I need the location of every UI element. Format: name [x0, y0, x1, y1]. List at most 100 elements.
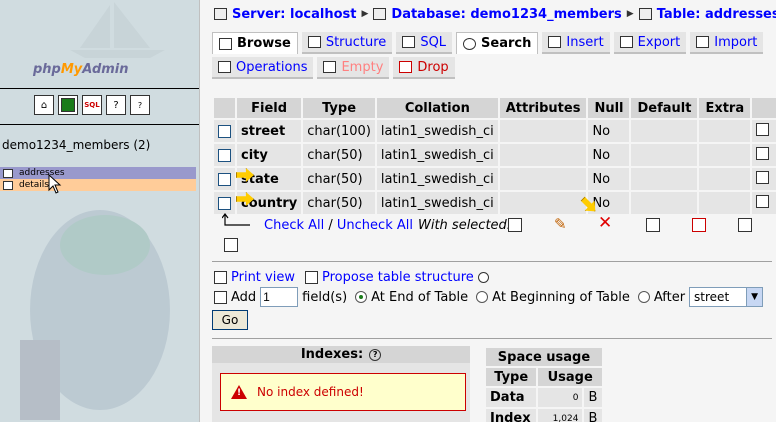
field-default [631, 120, 698, 142]
help-icon[interactable] [477, 271, 489, 283]
field-type: char(50) [303, 144, 375, 166]
row-checkbox[interactable] [218, 196, 231, 210]
fields-suffix: field(s) [302, 289, 348, 305]
uncheck-all-link[interactable]: Uncheck All [337, 218, 413, 233]
tab-export[interactable]: Export [613, 32, 687, 54]
browse-distinct-icon[interactable] [756, 170, 770, 184]
print-icon [214, 270, 227, 284]
delete-selected-icon[interactable]: ✕ [598, 213, 612, 233]
add-label: Add [231, 289, 257, 305]
tab-empty[interactable]: Empty [317, 57, 390, 79]
table-row: Index 1,024 B [486, 409, 602, 422]
field-null: No [588, 120, 630, 142]
field-extra [699, 120, 751, 142]
primary-key-icon[interactable] [646, 218, 660, 232]
table-icon [3, 168, 13, 178]
query-window-icon[interactable] [58, 95, 78, 115]
no-index-message: No index defined! [257, 385, 364, 399]
after-field-select[interactable]: street ▼ [689, 287, 764, 307]
edit-selected-icon[interactable]: ✎ [554, 215, 567, 233]
tab-browse[interactable]: Browse [212, 32, 298, 54]
field-default [631, 168, 698, 190]
field-name: street [237, 120, 302, 142]
print-row: Print view Propose table structure [214, 268, 489, 286]
tab-operations[interactable]: Operations [212, 57, 314, 79]
propose-structure-link[interactable]: Propose table structure [322, 270, 474, 285]
after-label[interactable]: After [654, 290, 685, 305]
propose-structure-icon [304, 270, 318, 284]
field-attributes [499, 192, 587, 214]
tab-bar-secondary: Operations Empty Drop [212, 57, 455, 79]
at-beginning-label[interactable]: At Beginning of Table [492, 290, 630, 305]
check-all-link[interactable]: Check All [264, 218, 324, 233]
breadcrumb: Server: localhost ▶ Database: demo1234_m… [214, 5, 776, 23]
mouse-cursor-icon [48, 174, 62, 194]
divider [0, 124, 199, 125]
row-checkbox[interactable] [218, 148, 231, 162]
add-field-count-input[interactable] [260, 287, 299, 307]
breadcrumb-table[interactable]: Table: addresses [657, 7, 776, 22]
row-checkbox[interactable] [218, 172, 231, 186]
browse-distinct-icon[interactable] [756, 194, 770, 208]
tab-drop[interactable]: Drop [393, 57, 455, 79]
field-collation: latin1_swedish_ci [376, 192, 498, 214]
browse-selected-icon[interactable] [508, 218, 522, 232]
home-icon[interactable]: ⌂ [34, 95, 54, 115]
add-field-row: Add field(s) At End of Table At Beginnin… [214, 287, 764, 307]
search-icon [463, 37, 477, 50]
warning-icon: ! [231, 385, 247, 399]
table-header-row: Field Type Collation Attributes Null Def… [214, 98, 776, 118]
docs-icon[interactable]: ? [106, 95, 126, 115]
after-radio[interactable] [637, 291, 650, 303]
table-item-details[interactable]: details [0, 179, 196, 191]
column-header: Collation [376, 98, 498, 118]
field-null: No [588, 168, 630, 190]
help-icon[interactable]: ? [130, 95, 150, 115]
sailboat-logo-icon [70, 2, 165, 58]
insert-icon [548, 36, 562, 48]
empty-icon [323, 61, 337, 73]
database-link[interactable]: demo1234_members (2) [2, 138, 150, 152]
breadcrumb-server[interactable]: Server: localhost [232, 7, 356, 22]
tab-structure[interactable]: Structure [301, 32, 393, 54]
tab-search[interactable]: Search [456, 32, 539, 54]
at-beginning-radio[interactable] [476, 291, 489, 303]
table-row: Data 0 B [486, 388, 602, 407]
help-icon[interactable]: ? [369, 348, 382, 361]
chevron-right-icon: ▶ [361, 9, 369, 19]
table-row: street char(100) latin1_swedish_ci No ✎ [214, 120, 776, 142]
unique-icon[interactable] [692, 218, 706, 232]
at-end-label[interactable]: At End of Table [371, 290, 468, 305]
field-default [631, 144, 698, 166]
print-view-link[interactable]: Print view [231, 270, 295, 285]
fulltext-icon[interactable] [224, 238, 238, 252]
sql-icon [402, 36, 416, 48]
tab-insert[interactable]: Insert [542, 32, 610, 54]
indexes-title: Indexes: [300, 347, 364, 362]
database-icon [373, 8, 387, 20]
tab-sql[interactable]: SQL [396, 32, 453, 54]
table-icon [3, 180, 13, 190]
browse-distinct-icon[interactable] [756, 122, 770, 136]
drop-icon [399, 61, 413, 73]
structure-table: Field Type Collation Attributes Null Def… [212, 96, 776, 216]
field-attributes [499, 120, 587, 142]
table-row: city char(50) latin1_swedish_ci No ✎ [214, 144, 776, 166]
index-icon[interactable] [738, 218, 752, 232]
tab-import[interactable]: Import [690, 32, 764, 54]
browse-distinct-icon[interactable] [756, 146, 770, 160]
phpmyadmin-logo[interactable]: phpMyAdmin [0, 0, 199, 88]
chevron-right-icon: ▶ [626, 9, 634, 19]
field-collation: latin1_swedish_ci [376, 144, 498, 166]
nav-iconbar: ⌂ SQL ? ? [34, 95, 150, 117]
breadcrumb-database[interactable]: Database: demo1234_members [391, 7, 621, 22]
table-icon [638, 8, 652, 20]
table-item-addresses[interactable]: addresses [0, 167, 196, 179]
field-type: char(50) [303, 168, 375, 190]
at-end-radio[interactable] [355, 291, 368, 303]
field-type: char(50) [303, 192, 375, 214]
go-button[interactable]: Go [212, 310, 248, 330]
field-collation: latin1_swedish_ci [376, 168, 498, 190]
sql-icon[interactable]: SQL [82, 95, 102, 115]
row-checkbox[interactable] [218, 124, 231, 138]
